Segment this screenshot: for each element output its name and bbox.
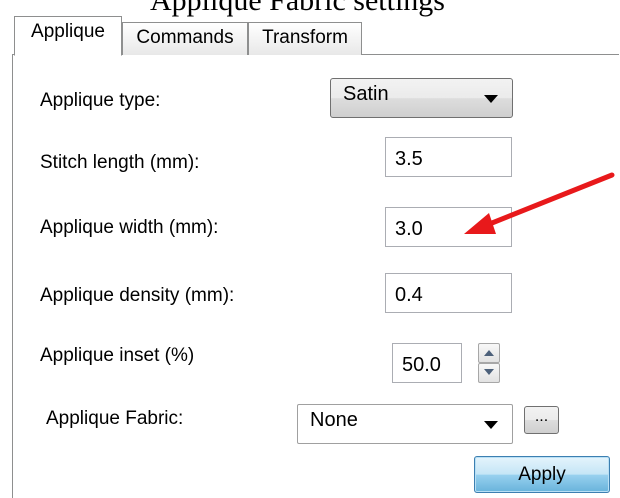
- applique-width-label: Applique width (mm):: [40, 217, 219, 238]
- browse-fabric-label: ...: [534, 408, 549, 425]
- applique-type-value: Satin: [343, 83, 389, 105]
- applique-density-input[interactable]: [385, 273, 512, 313]
- tab-applique-label: Applique: [31, 21, 105, 42]
- tab-transform[interactable]: Transform: [248, 22, 362, 55]
- apply-button[interactable]: Apply: [474, 456, 610, 493]
- browse-fabric-button[interactable]: ...: [524, 406, 559, 434]
- applique-width-input[interactable]: [385, 207, 512, 247]
- cropped-caption-text: Appliqué Fabric settings: [150, 0, 445, 17]
- applique-fabric-label: Applique Fabric:: [46, 408, 184, 429]
- apply-button-label: Apply: [518, 464, 566, 485]
- tab-commands[interactable]: Commands: [122, 22, 248, 55]
- stitch-length-label: Stitch length (mm):: [40, 152, 200, 173]
- tab-transform-label: Transform: [262, 27, 348, 48]
- spin-down-icon: [484, 369, 494, 375]
- chevron-down-icon: [484, 421, 498, 429]
- tab-applique[interactable]: Applique: [14, 16, 122, 56]
- spin-up-icon: [484, 350, 494, 356]
- applique-fabric-value: None: [310, 409, 358, 431]
- applique-inset-input[interactable]: [392, 343, 462, 383]
- applique-fabric-select[interactable]: None: [297, 404, 513, 444]
- applique-density-label: Applique density (mm):: [40, 285, 235, 306]
- chevron-down-icon: [484, 95, 498, 103]
- stitch-length-input[interactable]: [385, 137, 512, 177]
- applique-type-select[interactable]: Satin: [330, 78, 513, 118]
- spin-down-button[interactable]: [478, 363, 500, 383]
- spin-up-button[interactable]: [478, 343, 500, 363]
- applique-type-label: Applique type:: [40, 90, 161, 111]
- applique-inset-label: Applique inset (%): [40, 345, 195, 366]
- tab-commands-label: Commands: [136, 27, 234, 48]
